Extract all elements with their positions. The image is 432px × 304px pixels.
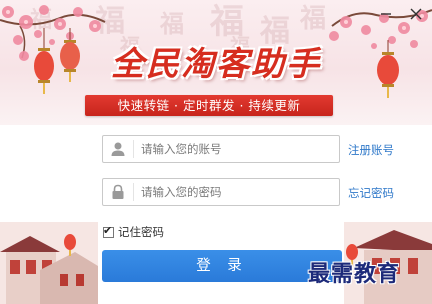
- minimize-button[interactable]: [378, 6, 394, 22]
- password-field[interactable]: [102, 178, 340, 206]
- remember-password-option[interactable]: ✔ 记住密码: [103, 224, 164, 240]
- remember-checkbox[interactable]: ✔: [103, 223, 114, 238]
- forgot-password-link[interactable]: 忘记密码: [348, 185, 394, 201]
- banner-fu-char: 福: [160, 9, 184, 38]
- register-link[interactable]: 注册账号: [348, 142, 394, 158]
- close-icon: [410, 8, 422, 20]
- user-icon: [111, 142, 125, 156]
- lock-icon: [112, 184, 124, 199]
- checkmark-icon: ✔: [103, 223, 113, 237]
- window-controls: [378, 6, 424, 22]
- lantern-left: [34, 28, 80, 94]
- pavilion-decoration-left: [0, 222, 98, 304]
- close-button[interactable]: [408, 6, 424, 22]
- field-divider: [133, 183, 134, 201]
- watermark-logo: 最需教育: [308, 261, 401, 287]
- remember-label: 记住密码: [118, 225, 164, 239]
- username-input[interactable]: [141, 136, 331, 162]
- app-title: 全民淘客助手: [111, 44, 321, 83]
- minimize-icon: [381, 13, 391, 15]
- login-button[interactable]: 登 录: [102, 250, 342, 282]
- header-banner: 福 福 福 福 福 福 福 福 全民淘客助手 快速转链 · 定时群发 · 持续更…: [0, 0, 432, 125]
- slogan-banner: 快速转链 · 定时群发 · 持续更新: [85, 95, 333, 116]
- username-field[interactable]: [102, 135, 340, 163]
- lantern-right: [377, 40, 399, 98]
- field-divider: [133, 140, 134, 158]
- login-window: 福 福 福 福 福 福 福 福 全民淘客助手 快速转链 · 定时群发 · 持续更…: [0, 0, 432, 304]
- password-input[interactable]: [141, 179, 331, 205]
